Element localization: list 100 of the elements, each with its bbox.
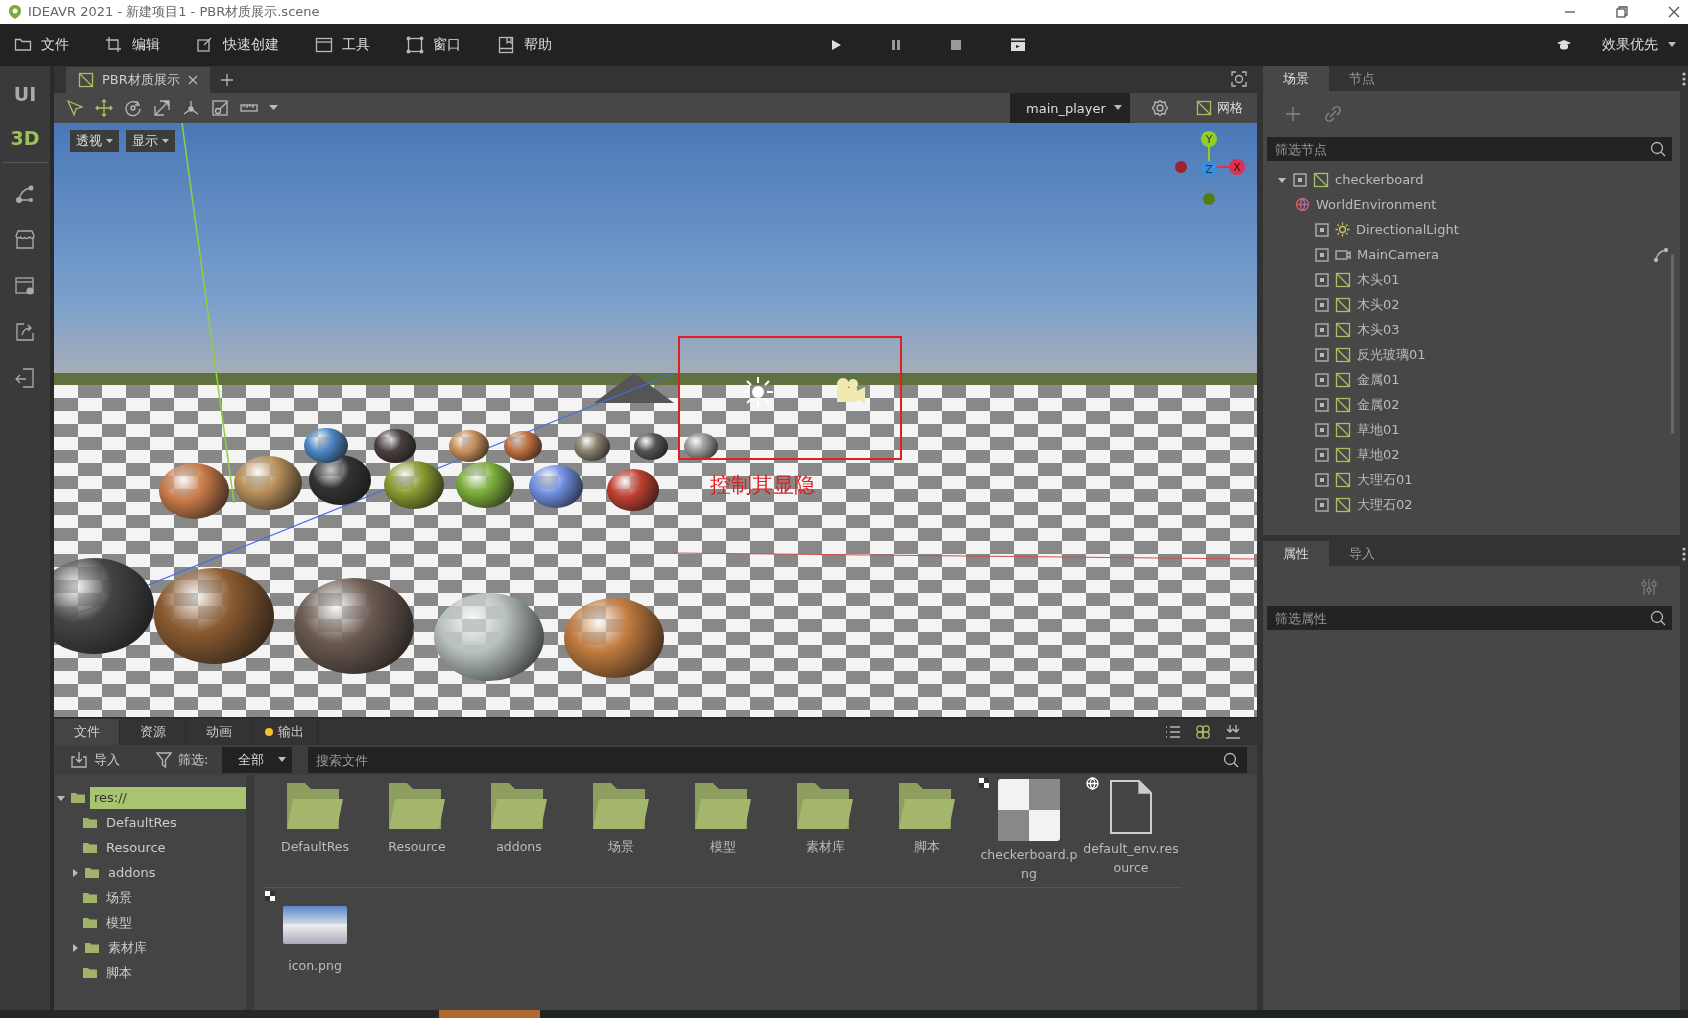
scene-node[interactable]: 木头03 (1357, 320, 1400, 339)
focus-icon[interactable] (1231, 71, 1247, 87)
axis-gizmo-drawing[interactable]: Y Z X (1171, 127, 1247, 207)
folder-tree-item[interactable]: 场景 (102, 886, 246, 909)
filter-label[interactable]: 筛选: (150, 750, 215, 770)
collapse-arrow-icon[interactable] (70, 867, 80, 878)
window-settings-icon[interactable] (14, 275, 36, 297)
add-node-icon[interactable] (1285, 106, 1301, 122)
link-icon[interactable] (1325, 106, 1341, 122)
node-filter-field[interactable]: 筛选节点 (1267, 137, 1672, 161)
menu-item[interactable]: 帮助 (489, 32, 560, 58)
property-filter-field[interactable]: 筛选属性 (1267, 606, 1672, 630)
scale-icon[interactable] (153, 99, 171, 117)
scene-node[interactable]: 木头02 (1357, 295, 1400, 314)
download-icon[interactable] (1225, 724, 1241, 740)
scene-node[interactable]: 反光玻璃01 (1357, 345, 1426, 364)
bottom-tab[interactable]: 文件 (54, 719, 120, 745)
visibility-toggle-icon[interactable] (1315, 297, 1329, 312)
grid-view-icon[interactable] (1195, 724, 1211, 740)
scene-node[interactable]: 草地02 (1357, 445, 1400, 464)
node-graph-icon[interactable] (14, 183, 36, 205)
visibility-toggle-icon[interactable] (1315, 497, 1329, 512)
checkerboard-thumbnail[interactable] (998, 779, 1060, 841)
grid-toggle[interactable]: 网格 (1190, 98, 1249, 118)
visibility-toggle-icon[interactable] (1315, 272, 1329, 287)
mode-tab[interactable]: 3D (2, 116, 48, 160)
panel-tab[interactable]: 属性 (1263, 541, 1329, 566)
clapperboard-icon[interactable] (1010, 38, 1026, 52)
add-tab-icon[interactable] (219, 73, 234, 87)
pause-icon[interactable] (890, 39, 902, 51)
visibility-toggle-icon[interactable] (1315, 447, 1329, 462)
camera-dropdown[interactable]: main_player (1010, 93, 1130, 123)
view-menu-button[interactable]: 显示 (126, 130, 175, 152)
scene-node[interactable]: checkerboard (1335, 172, 1424, 187)
close-icon[interactable] (187, 75, 198, 85)
folder-tree-item[interactable]: addons (104, 861, 246, 884)
menu-item[interactable]: 编辑 (97, 32, 168, 58)
sun-icon[interactable] (741, 375, 775, 409)
visibility-toggle-icon[interactable] (1315, 372, 1329, 387)
search-field[interactable]: 搜索文件 (308, 747, 1247, 773)
folder-tree-item[interactable]: Resource (102, 836, 246, 859)
visibility-toggle-icon[interactable] (1315, 422, 1329, 437)
scene-node[interactable]: 大理石01 (1357, 470, 1413, 489)
scene-node[interactable]: WorldEnvironment (1316, 197, 1437, 212)
scene-node[interactable]: DirectionalLight (1356, 222, 1459, 237)
folder-tree-item[interactable]: DefaultRes (102, 811, 246, 834)
menu-item[interactable]: 窗口 (398, 32, 469, 58)
visibility-toggle-icon[interactable] (1315, 322, 1329, 337)
file-icon[interactable] (1109, 779, 1153, 835)
search-icon[interactable] (1650, 610, 1666, 626)
close-icon[interactable] (1668, 6, 1680, 18)
mode-tab[interactable]: UI (2, 72, 48, 116)
storefront-icon[interactable] (14, 229, 36, 251)
editor-tab[interactable]: PBR材质展示 (66, 67, 210, 93)
restore-icon[interactable] (1616, 6, 1628, 18)
share-box-icon[interactable] (14, 321, 36, 343)
exit-door-icon[interactable] (14, 367, 36, 389)
visibility-toggle-icon[interactable] (1315, 397, 1329, 412)
folder-tree-item[interactable]: 模型 (102, 911, 246, 934)
graduation-cap-icon[interactable] (1556, 38, 1572, 52)
filter-dropdown[interactable]: 全部 (222, 747, 293, 773)
menu-item[interactable]: 文件 (6, 32, 77, 58)
visibility-toggle-icon[interactable] (1315, 247, 1329, 262)
import-button[interactable]: 导入 (64, 750, 126, 770)
sliders-icon[interactable] (1640, 578, 1658, 596)
view-menu-button[interactable]: 透视 (70, 130, 119, 152)
scene-node[interactable]: MainCamera (1357, 247, 1440, 262)
more-dots-icon[interactable] (1682, 71, 1686, 86)
more-dots-icon[interactable] (1682, 546, 1686, 561)
select-arrow-icon[interactable] (66, 99, 84, 117)
collapse-arrow-icon[interactable] (70, 942, 80, 953)
caret-icon[interactable] (269, 105, 278, 111)
pivot-icon[interactable] (182, 99, 200, 117)
settings-icon[interactable] (1151, 99, 1169, 117)
menu-item[interactable]: 快速创建 (188, 32, 287, 58)
panel-tab[interactable]: 场景 (1263, 66, 1329, 91)
quality-dropdown[interactable]: 效果优先 (1596, 35, 1682, 55)
visibility-toggle-icon[interactable] (1315, 472, 1329, 487)
scene-node[interactable]: 木头01 (1357, 270, 1400, 289)
rotate-icon[interactable] (124, 99, 142, 117)
path-curve-icon[interactable] (1654, 247, 1668, 262)
search-icon[interactable] (1223, 752, 1239, 768)
folder-tree-item[interactable]: 脚本 (102, 961, 246, 984)
stop-icon[interactable] (950, 39, 962, 51)
play-icon[interactable] (830, 39, 842, 51)
visibility-toggle-icon[interactable] (1293, 172, 1307, 187)
list-view-icon[interactable] (1165, 725, 1181, 739)
visibility-toggle-icon[interactable] (1315, 347, 1329, 362)
scene-node[interactable]: 金属02 (1357, 395, 1400, 414)
snap-box-icon[interactable] (211, 99, 229, 117)
folder-tree-item[interactable]: 素材库 (104, 936, 246, 959)
menu-item[interactable]: 工具 (307, 32, 378, 58)
image-thumbnail[interactable] (283, 906, 347, 944)
scene-node[interactable]: 草地01 (1357, 420, 1400, 439)
scene-node[interactable]: 金属01 (1357, 370, 1400, 389)
folder-tree-item[interactable]: res:// (90, 786, 246, 809)
visibility-toggle-icon[interactable] (1315, 222, 1329, 237)
move-icon[interactable] (95, 99, 113, 117)
search-icon[interactable] (1650, 141, 1666, 157)
scene-node[interactable]: 大理石02 (1357, 495, 1413, 514)
